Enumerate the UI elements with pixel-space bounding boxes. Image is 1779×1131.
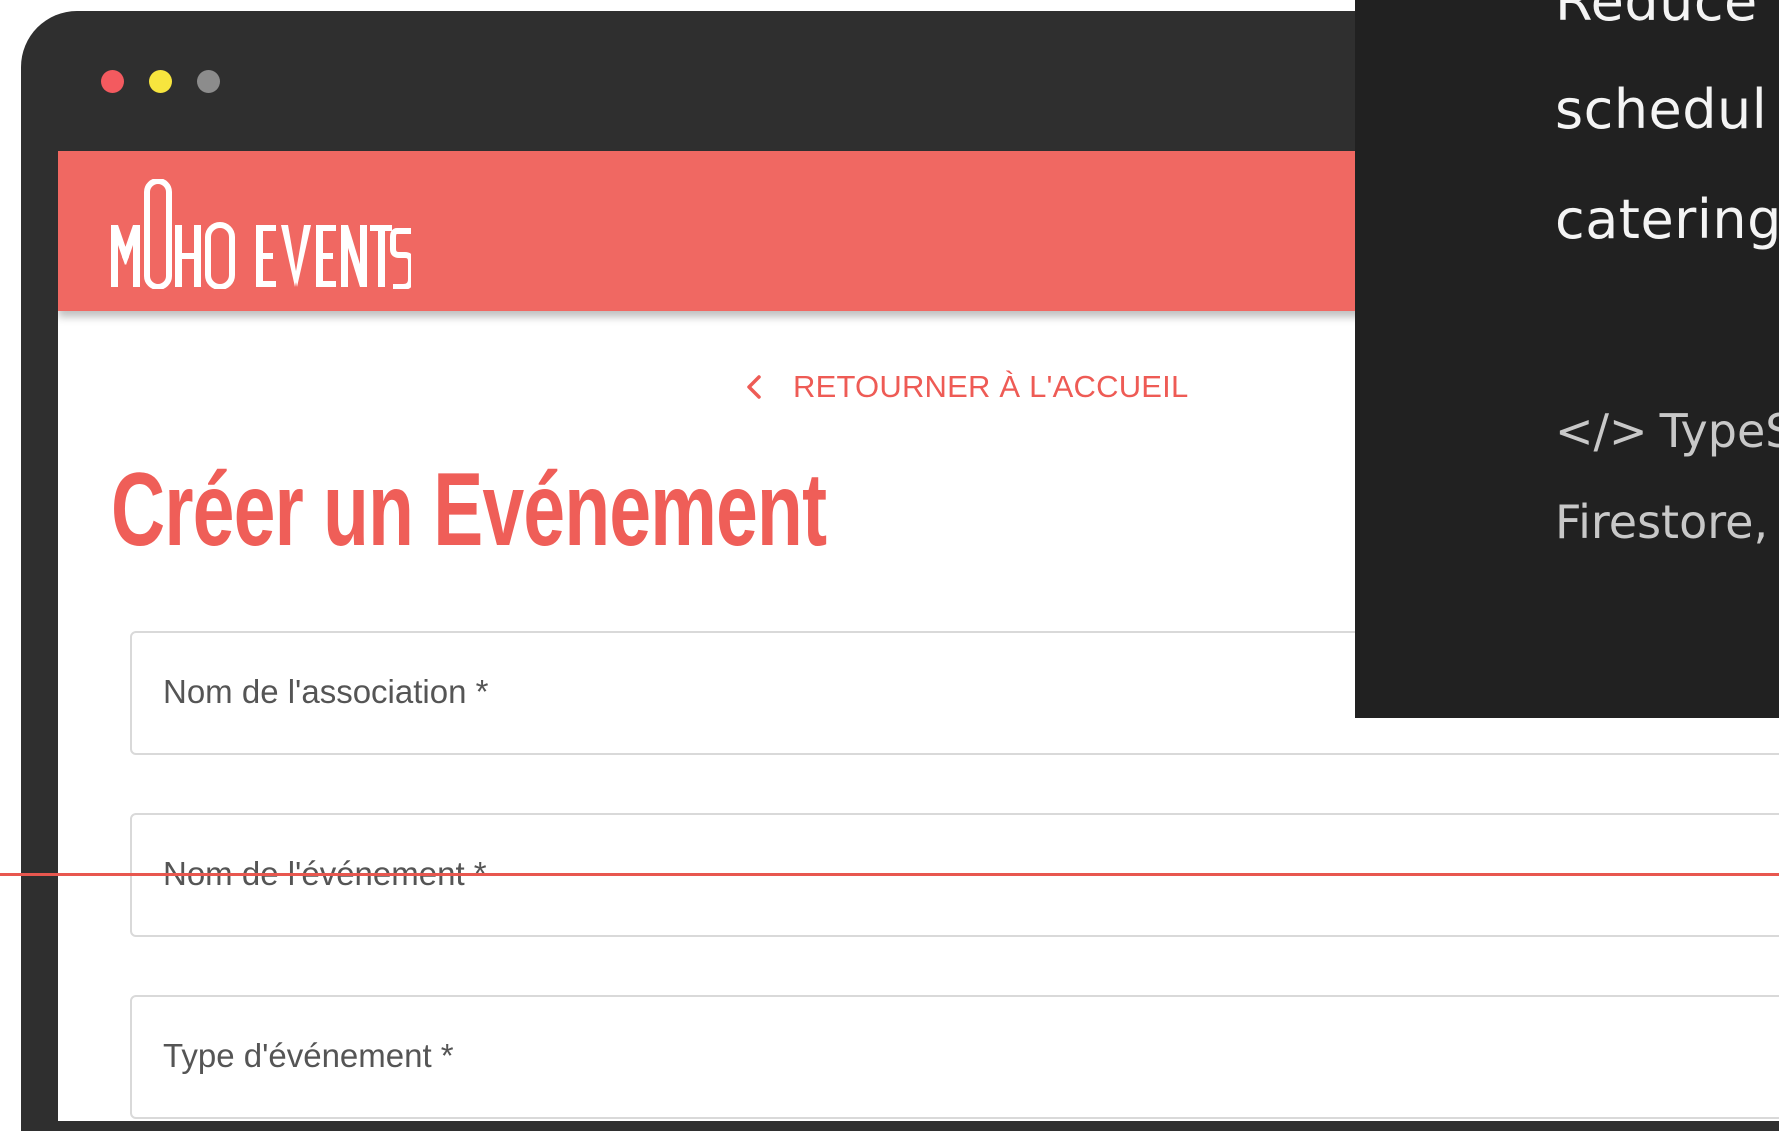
description-line: Reduce [1555, 0, 1758, 33]
tech-stack-line: </>TypeS [1555, 404, 1779, 458]
tech-stack-text: TypeS [1659, 404, 1779, 458]
minimize-window-button[interactable] [149, 70, 172, 93]
event-type-field[interactable]: Type d'événement * [130, 995, 1779, 1119]
code-icon: </> [1555, 404, 1648, 458]
back-to-home-link[interactable]: RETOURNER À L'ACCUEIL [745, 369, 1188, 405]
close-window-button[interactable] [101, 70, 124, 93]
divider-line [0, 873, 1779, 876]
description-line: schedul [1555, 78, 1768, 141]
zoom-window-button[interactable] [197, 70, 220, 93]
association-name-label: Nom de l'association * [163, 673, 489, 710]
back-link-label: RETOURNER À L'ACCUEIL [793, 369, 1189, 404]
page-title: Créer un Evénement [111, 452, 827, 568]
moho-events-logo[interactable] [111, 179, 411, 289]
project-info-card: Reduce schedul catering </>TypeS Firesto… [1355, 0, 1779, 718]
window-controls [101, 70, 220, 93]
chevron-left-icon [747, 375, 761, 399]
description-line: catering [1555, 188, 1779, 251]
event-type-label: Type d'événement * [163, 1037, 454, 1074]
tech-stack-line: Firestore, [1555, 495, 1769, 549]
